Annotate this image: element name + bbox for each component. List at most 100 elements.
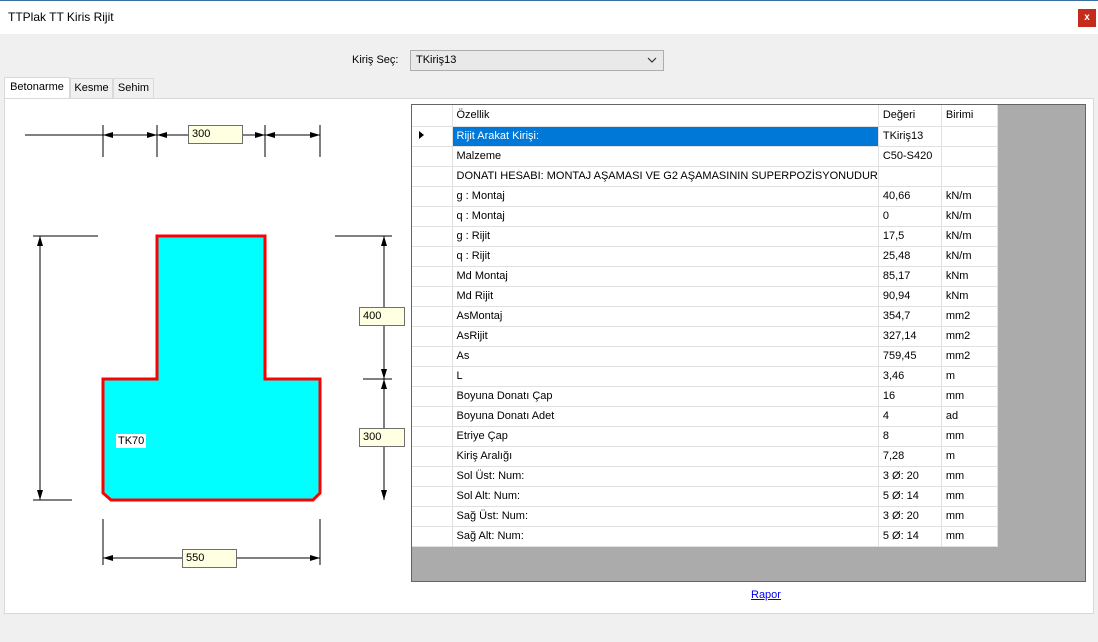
row-header[interactable]	[412, 186, 453, 207]
cell-value[interactable]: 25,48	[878, 246, 942, 267]
table-row[interactable]: q : Montaj 0 kN/m	[412, 206, 998, 227]
cell-unit[interactable]: mm	[941, 486, 998, 507]
table-row[interactable]: Rijit Arakat Kirişi: TKiriş13	[412, 126, 998, 147]
row-header[interactable]	[412, 446, 453, 467]
cell-unit[interactable]: ad	[941, 406, 998, 427]
cell-value[interactable]: 40,66	[878, 186, 942, 207]
cell-unit[interactable]: m	[941, 366, 998, 387]
table-row[interactable]: Boyuna Donatı Adet 4 ad	[412, 406, 998, 427]
cell-value[interactable]: 0	[878, 206, 942, 227]
cell-value[interactable]: 7,28	[878, 446, 942, 467]
cell-property[interactable]: Sağ Alt: Num:	[452, 526, 879, 547]
table-row[interactable]: g : Montaj 40,66 kN/m	[412, 186, 998, 207]
row-header[interactable]	[412, 386, 453, 407]
cell-value[interactable]: 16	[878, 386, 942, 407]
table-row[interactable]: Malzeme C50-S420	[412, 146, 998, 167]
cell-property[interactable]: DONATI HESABI: MONTAJ AŞAMASI VE G2 AŞAM…	[452, 166, 879, 187]
table-row[interactable]: AsRijit 327,14 mm2	[412, 326, 998, 347]
row-header[interactable]	[412, 486, 453, 507]
cell-unit[interactable]	[941, 146, 998, 167]
row-header[interactable]	[412, 226, 453, 247]
table-row[interactable]: L 3,46 m	[412, 366, 998, 387]
table-row[interactable]: Boyuna Donatı Çap 16 mm	[412, 386, 998, 407]
cell-value[interactable]: 4	[878, 406, 942, 427]
cell-unit[interactable]: mm2	[941, 326, 998, 347]
cell-unit[interactable]: kNm	[941, 286, 998, 307]
table-row[interactable]: DONATI HESABI: MONTAJ AŞAMASI VE G2 AŞAM…	[412, 166, 998, 187]
cell-property[interactable]: Sağ Üst: Num:	[452, 506, 879, 527]
cell-unit[interactable]: kNm	[941, 266, 998, 287]
cell-property[interactable]: Sol Alt: Num:	[452, 486, 879, 507]
cell-value[interactable]	[878, 166, 942, 187]
table-row[interactable]: As 759,45 mm2	[412, 346, 998, 367]
row-header[interactable]	[412, 366, 453, 387]
cell-value[interactable]: C50-S420	[878, 146, 942, 167]
cell-property[interactable]: AsRijit	[452, 326, 879, 347]
header-property[interactable]: Özellik	[452, 105, 879, 127]
cell-property[interactable]: q : Montaj	[452, 206, 879, 227]
properties-grid[interactable]: Özellik Değeri Birimi Rijit Arakat Kiriş…	[411, 104, 1086, 582]
cell-unit[interactable]: mm	[941, 386, 998, 407]
cell-property[interactable]: As	[452, 346, 879, 367]
row-header[interactable]	[412, 326, 453, 347]
cell-value[interactable]: 759,45	[878, 346, 942, 367]
cell-unit[interactable]: kN/m	[941, 206, 998, 227]
report-link[interactable]: Rapor	[751, 589, 781, 601]
header-value[interactable]: Değeri	[878, 105, 942, 127]
cell-value[interactable]: 5 Ø: 14	[878, 526, 942, 547]
cell-property[interactable]: Boyuna Donatı Çap	[452, 386, 879, 407]
beam-select-dropdown[interactable]: TKiriş13	[410, 50, 664, 71]
table-row[interactable]: Sağ Üst: Num: 3 Ø: 20 mm	[412, 506, 998, 527]
cell-property[interactable]: Malzeme	[452, 146, 879, 167]
close-button[interactable]: x	[1078, 9, 1096, 27]
cell-value[interactable]: 85,17	[878, 266, 942, 287]
cell-value[interactable]: 3 Ø: 20	[878, 466, 942, 487]
cell-value[interactable]: 5 Ø: 14	[878, 486, 942, 507]
cell-unit[interactable]: kN/m	[941, 186, 998, 207]
table-row[interactable]: q : Rijit 25,48 kN/m	[412, 246, 998, 267]
row-header[interactable]	[412, 206, 453, 227]
cell-unit[interactable]: mm	[941, 426, 998, 447]
cell-value[interactable]: 8	[878, 426, 942, 447]
cell-value[interactable]: 3 Ø: 20	[878, 506, 942, 527]
cell-unit[interactable]: mm	[941, 466, 998, 487]
row-header[interactable]	[412, 166, 453, 187]
row-header[interactable]	[412, 266, 453, 287]
cell-property[interactable]: Kiriş Aralığı	[452, 446, 879, 467]
cell-property[interactable]: Md Montaj	[452, 266, 879, 287]
row-header[interactable]	[412, 506, 453, 527]
cell-property[interactable]: q : Rijit	[452, 246, 879, 267]
row-header[interactable]	[412, 146, 453, 167]
cell-property[interactable]: Md Rijit	[452, 286, 879, 307]
cell-property[interactable]: Sol Üst: Num:	[452, 466, 879, 487]
row-header[interactable]	[412, 246, 453, 267]
row-header[interactable]	[412, 126, 453, 147]
cell-unit[interactable]: kN/m	[941, 246, 998, 267]
cell-property[interactable]: L	[452, 366, 879, 387]
row-header[interactable]	[412, 306, 453, 327]
table-row[interactable]: Sol Alt: Num: 5 Ø: 14 mm	[412, 486, 998, 507]
table-row[interactable]: Sol Üst: Num: 3 Ø: 20 mm	[412, 466, 998, 487]
row-header[interactable]	[412, 426, 453, 447]
cell-property[interactable]: g : Rijit	[452, 226, 879, 247]
row-header[interactable]	[412, 526, 453, 547]
cell-unit[interactable]: kN/m	[941, 226, 998, 247]
cell-property[interactable]: Etriye Çap	[452, 426, 879, 447]
row-header[interactable]	[412, 286, 453, 307]
cell-unit[interactable]	[941, 166, 998, 187]
cell-value[interactable]: 3,46	[878, 366, 942, 387]
table-row[interactable]: Etriye Çap 8 mm	[412, 426, 998, 447]
cell-property[interactable]: Boyuna Donatı Adet	[452, 406, 879, 427]
table-row[interactable]: Md Montaj 85,17 kNm	[412, 266, 998, 287]
cell-unit[interactable]: mm	[941, 526, 998, 547]
cell-property[interactable]: Rijit Arakat Kirişi:	[452, 126, 879, 147]
table-row[interactable]: Md Rijit 90,94 kNm	[412, 286, 998, 307]
cell-value[interactable]: 90,94	[878, 286, 942, 307]
cell-unit[interactable]: mm2	[941, 346, 998, 367]
row-header[interactable]	[412, 466, 453, 487]
table-row[interactable]: Sağ Alt: Num: 5 Ø: 14 mm	[412, 526, 998, 547]
row-header[interactable]	[412, 406, 453, 427]
cell-value[interactable]: 354,7	[878, 306, 942, 327]
cell-unit[interactable]: mm	[941, 506, 998, 527]
table-row[interactable]: g : Rijit 17,5 kN/m	[412, 226, 998, 247]
